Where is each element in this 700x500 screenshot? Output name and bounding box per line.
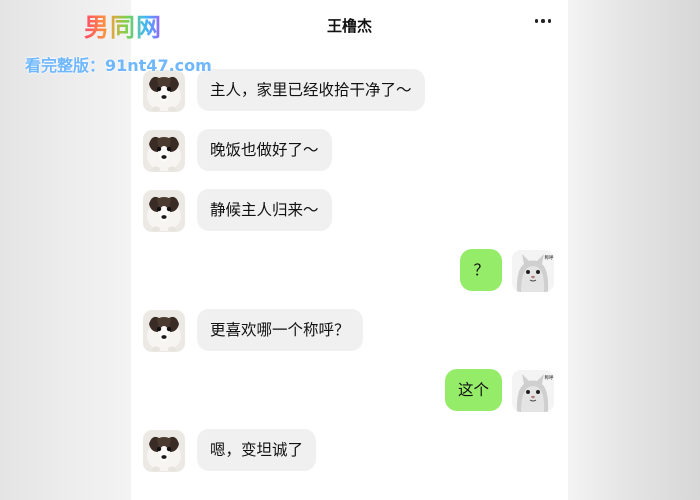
- dog-avatar[interactable]: [143, 190, 185, 232]
- more-dots-icon[interactable]: [532, 10, 554, 32]
- message-bubble[interactable]: 晚饭也做好了～: [197, 129, 332, 171]
- message-bubble[interactable]: ？: [460, 249, 502, 291]
- dog-avatar[interactable]: [143, 430, 185, 472]
- message-row: ？ 称呼: [131, 248, 568, 296]
- avatar-caption: 称呼: [545, 374, 554, 381]
- message-row: 晚饭也做好了～: [131, 128, 568, 176]
- message-row: 静候主人归来～: [131, 188, 568, 236]
- message-bubble[interactable]: 嗯，变坦诚了: [197, 429, 317, 471]
- message-row: 更喜欢哪一个称呼？: [131, 308, 568, 356]
- message-bubble[interactable]: 静候主人归来～: [197, 189, 332, 231]
- dog-avatar[interactable]: [143, 310, 185, 352]
- cat-avatar[interactable]: 称呼: [512, 370, 554, 412]
- cat-avatar[interactable]: 称呼: [512, 250, 554, 292]
- message-row: 这个 称呼: [131, 368, 568, 416]
- dog-avatar[interactable]: [143, 130, 185, 172]
- message-bubble[interactable]: 这个: [444, 369, 502, 411]
- avatar-caption: 称呼: [545, 254, 554, 261]
- watermark: 男同网 看完整版：91nt47.com: [0, 0, 240, 80]
- watermark-url: 看完整版：91nt47.com: [25, 56, 212, 75]
- message-row: 嗯，变坦诚了: [131, 428, 568, 476]
- message-bubble[interactable]: 更喜欢哪一个称呼？: [197, 309, 363, 351]
- watermark-logo: 男同网: [84, 8, 162, 44]
